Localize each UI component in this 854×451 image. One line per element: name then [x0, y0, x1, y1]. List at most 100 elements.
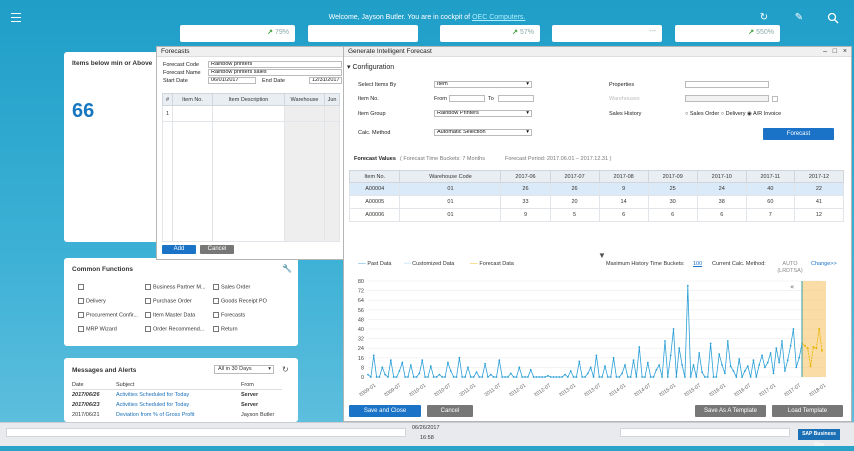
maximize-icon[interactable]: □ — [833, 48, 837, 55]
save-and-close-button[interactable]: Save and Close — [349, 405, 421, 417]
function-forecasts[interactable]: Forecasts — [213, 312, 245, 318]
properties-field[interactable] — [685, 81, 769, 88]
past-data-point — [584, 376, 586, 378]
function-purchase-order[interactable]: Purchase Order — [145, 298, 192, 304]
to-label: To — [488, 96, 494, 102]
messages-filter-select[interactable]: All in 30 Days ▾ — [214, 365, 274, 374]
function-business-partner[interactable]: Business Partner M... — [145, 284, 206, 290]
forecast-button[interactable]: Forecast — [763, 128, 834, 140]
forecast-name-field[interactable]: Rainbow printers sales — [208, 69, 342, 76]
item-group-select[interactable]: Rainbow Printers ▾ — [434, 110, 532, 117]
past-data-point — [524, 376, 526, 378]
table-row[interactable]: 1 — [162, 105, 340, 122]
radio-ar-invoice[interactable]: ◉ A/R Invoice — [747, 111, 781, 117]
past-data-point — [661, 376, 664, 378]
messages-table: Date Subject From 2017/06/26 Activities Sch… — [72, 380, 282, 420]
function-sales-order[interactable]: Sales Order — [213, 284, 250, 290]
past-data-point — [469, 376, 472, 378]
radio-sales-order[interactable]: ○ Sales Order — [685, 111, 719, 117]
refresh-icon[interactable]: ↻ — [282, 365, 289, 374]
past-data-point — [529, 368, 532, 371]
table-row[interactable]: 2017/06/21 Deviation from % of Gross Prof… — [72, 410, 282, 420]
save-as-template-button[interactable]: Save As A Template — [695, 405, 766, 417]
configuration-section[interactable]: ▾ Configuration — [347, 63, 394, 71]
forecast-code-field[interactable]: Rainbow printers — [208, 61, 342, 68]
load-template-button[interactable]: Load Template — [772, 405, 843, 417]
past-data-point — [666, 376, 669, 378]
kpi-tile-5[interactable]: ↗ 550% — [675, 25, 780, 42]
minimize-icon[interactable]: – — [823, 48, 827, 55]
edit-icon[interactable]: ✎ — [793, 12, 805, 24]
past-data-point — [458, 356, 461, 359]
past-data-point — [795, 366, 798, 369]
past-data-point — [532, 376, 535, 378]
cancel-button[interactable]: Cancel — [427, 405, 473, 417]
splitter-handle-icon[interactable]: ▼ — [598, 251, 606, 260]
cancel-button[interactable]: Cancel — [200, 245, 234, 254]
radio-delivery[interactable]: ○ Delivery — [721, 111, 746, 117]
search-icon[interactable] — [827, 12, 839, 24]
past-data-point — [507, 376, 509, 378]
select-items-by-label: Select Items By — [358, 82, 397, 88]
item-from-field[interactable] — [449, 95, 485, 102]
function-icon — [78, 326, 84, 332]
forecast-data-point — [815, 347, 818, 350]
forecast-data-point — [806, 347, 809, 350]
table-row[interactable]: A00004 01 26 26 9 25 24 40 22 — [348, 182, 845, 196]
chevron-down-icon: ▾ — [526, 129, 529, 135]
items-below-count[interactable]: 66 — [72, 100, 94, 123]
items-below-min-widget[interactable]: Items below min or Above — [64, 52, 164, 242]
past-data-point — [504, 376, 506, 378]
table-row[interactable]: 2017/06/26 Activities Scheduled for Today… — [72, 390, 282, 400]
wrench-icon[interactable]: 🔧 — [282, 264, 292, 273]
past-data-point — [381, 366, 384, 369]
start-date-field[interactable]: 06/01/2017 — [208, 77, 256, 84]
function-order-recommend[interactable]: Order Recommend... — [145, 326, 204, 332]
function-icon — [78, 298, 84, 304]
past-data-point — [778, 361, 781, 364]
past-data-point — [375, 376, 378, 378]
function-return[interactable]: Return — [213, 326, 238, 332]
max-history-value[interactable]: 100 — [693, 261, 702, 267]
end-date-field[interactable]: 12/31/2017 — [309, 77, 342, 84]
table-row[interactable]: A00006 01 9 5 6 6 6 7 12 — [348, 208, 845, 222]
kpi-tile-2[interactable] — [308, 25, 418, 42]
function-procurement[interactable]: Procurement Confir... — [78, 312, 138, 318]
past-data-point — [512, 376, 515, 378]
item-to-field[interactable] — [498, 95, 534, 102]
function-delivery[interactable]: Delivery — [78, 298, 106, 304]
past-data-point — [749, 376, 752, 378]
kpi-tile-3[interactable]: ↗ 57% — [440, 25, 540, 42]
kpi-tile-4[interactable]: --- — [552, 25, 662, 42]
function-icon — [145, 326, 151, 332]
past-data-point — [569, 370, 572, 372]
forecast-chart[interactable]: 807264564840322416802009-01 2009-07 2010-0… — [346, 272, 846, 396]
company-link[interactable]: OEC Computers. — [472, 14, 525, 21]
past-data-point — [398, 370, 401, 372]
table-row[interactable]: 2017/06/23 Activities Scheduled for Today… — [72, 400, 282, 410]
y-tick-label: 64 — [358, 298, 364, 304]
function-goods-receipt[interactable]: Goods Receipt PO — [213, 298, 267, 304]
function-mrp-wizard[interactable]: MRP Wizard — [78, 326, 117, 332]
add-button[interactable]: Add — [162, 245, 196, 254]
past-data-point — [498, 359, 501, 362]
calc-method-select[interactable]: Automatic Selection ▾ — [434, 129, 532, 136]
close-icon[interactable]: × — [843, 48, 847, 55]
past-data-point — [769, 352, 772, 354]
past-data-point — [455, 376, 458, 378]
past-data-point — [669, 354, 672, 357]
function-item-master[interactable]: Item Master Data — [145, 312, 195, 318]
past-data-point — [689, 376, 692, 378]
past-data-point — [387, 376, 389, 378]
link-icon[interactable] — [78, 284, 86, 290]
past-data-point — [515, 376, 518, 378]
kpi-tile-1[interactable]: ↗ 79% — [180, 25, 295, 42]
refresh-icon[interactable]: ↻ — [758, 12, 770, 24]
select-items-by-select[interactable]: Item ▾ — [434, 81, 532, 88]
past-data-point — [735, 376, 738, 378]
function-icon — [145, 312, 151, 318]
table-row[interactable]: A00005 01 33 20 14 30 38 60 41 — [348, 195, 845, 209]
change-link[interactable]: Change>> — [811, 261, 837, 267]
past-data-point — [549, 376, 552, 378]
past-data-point — [629, 376, 632, 378]
